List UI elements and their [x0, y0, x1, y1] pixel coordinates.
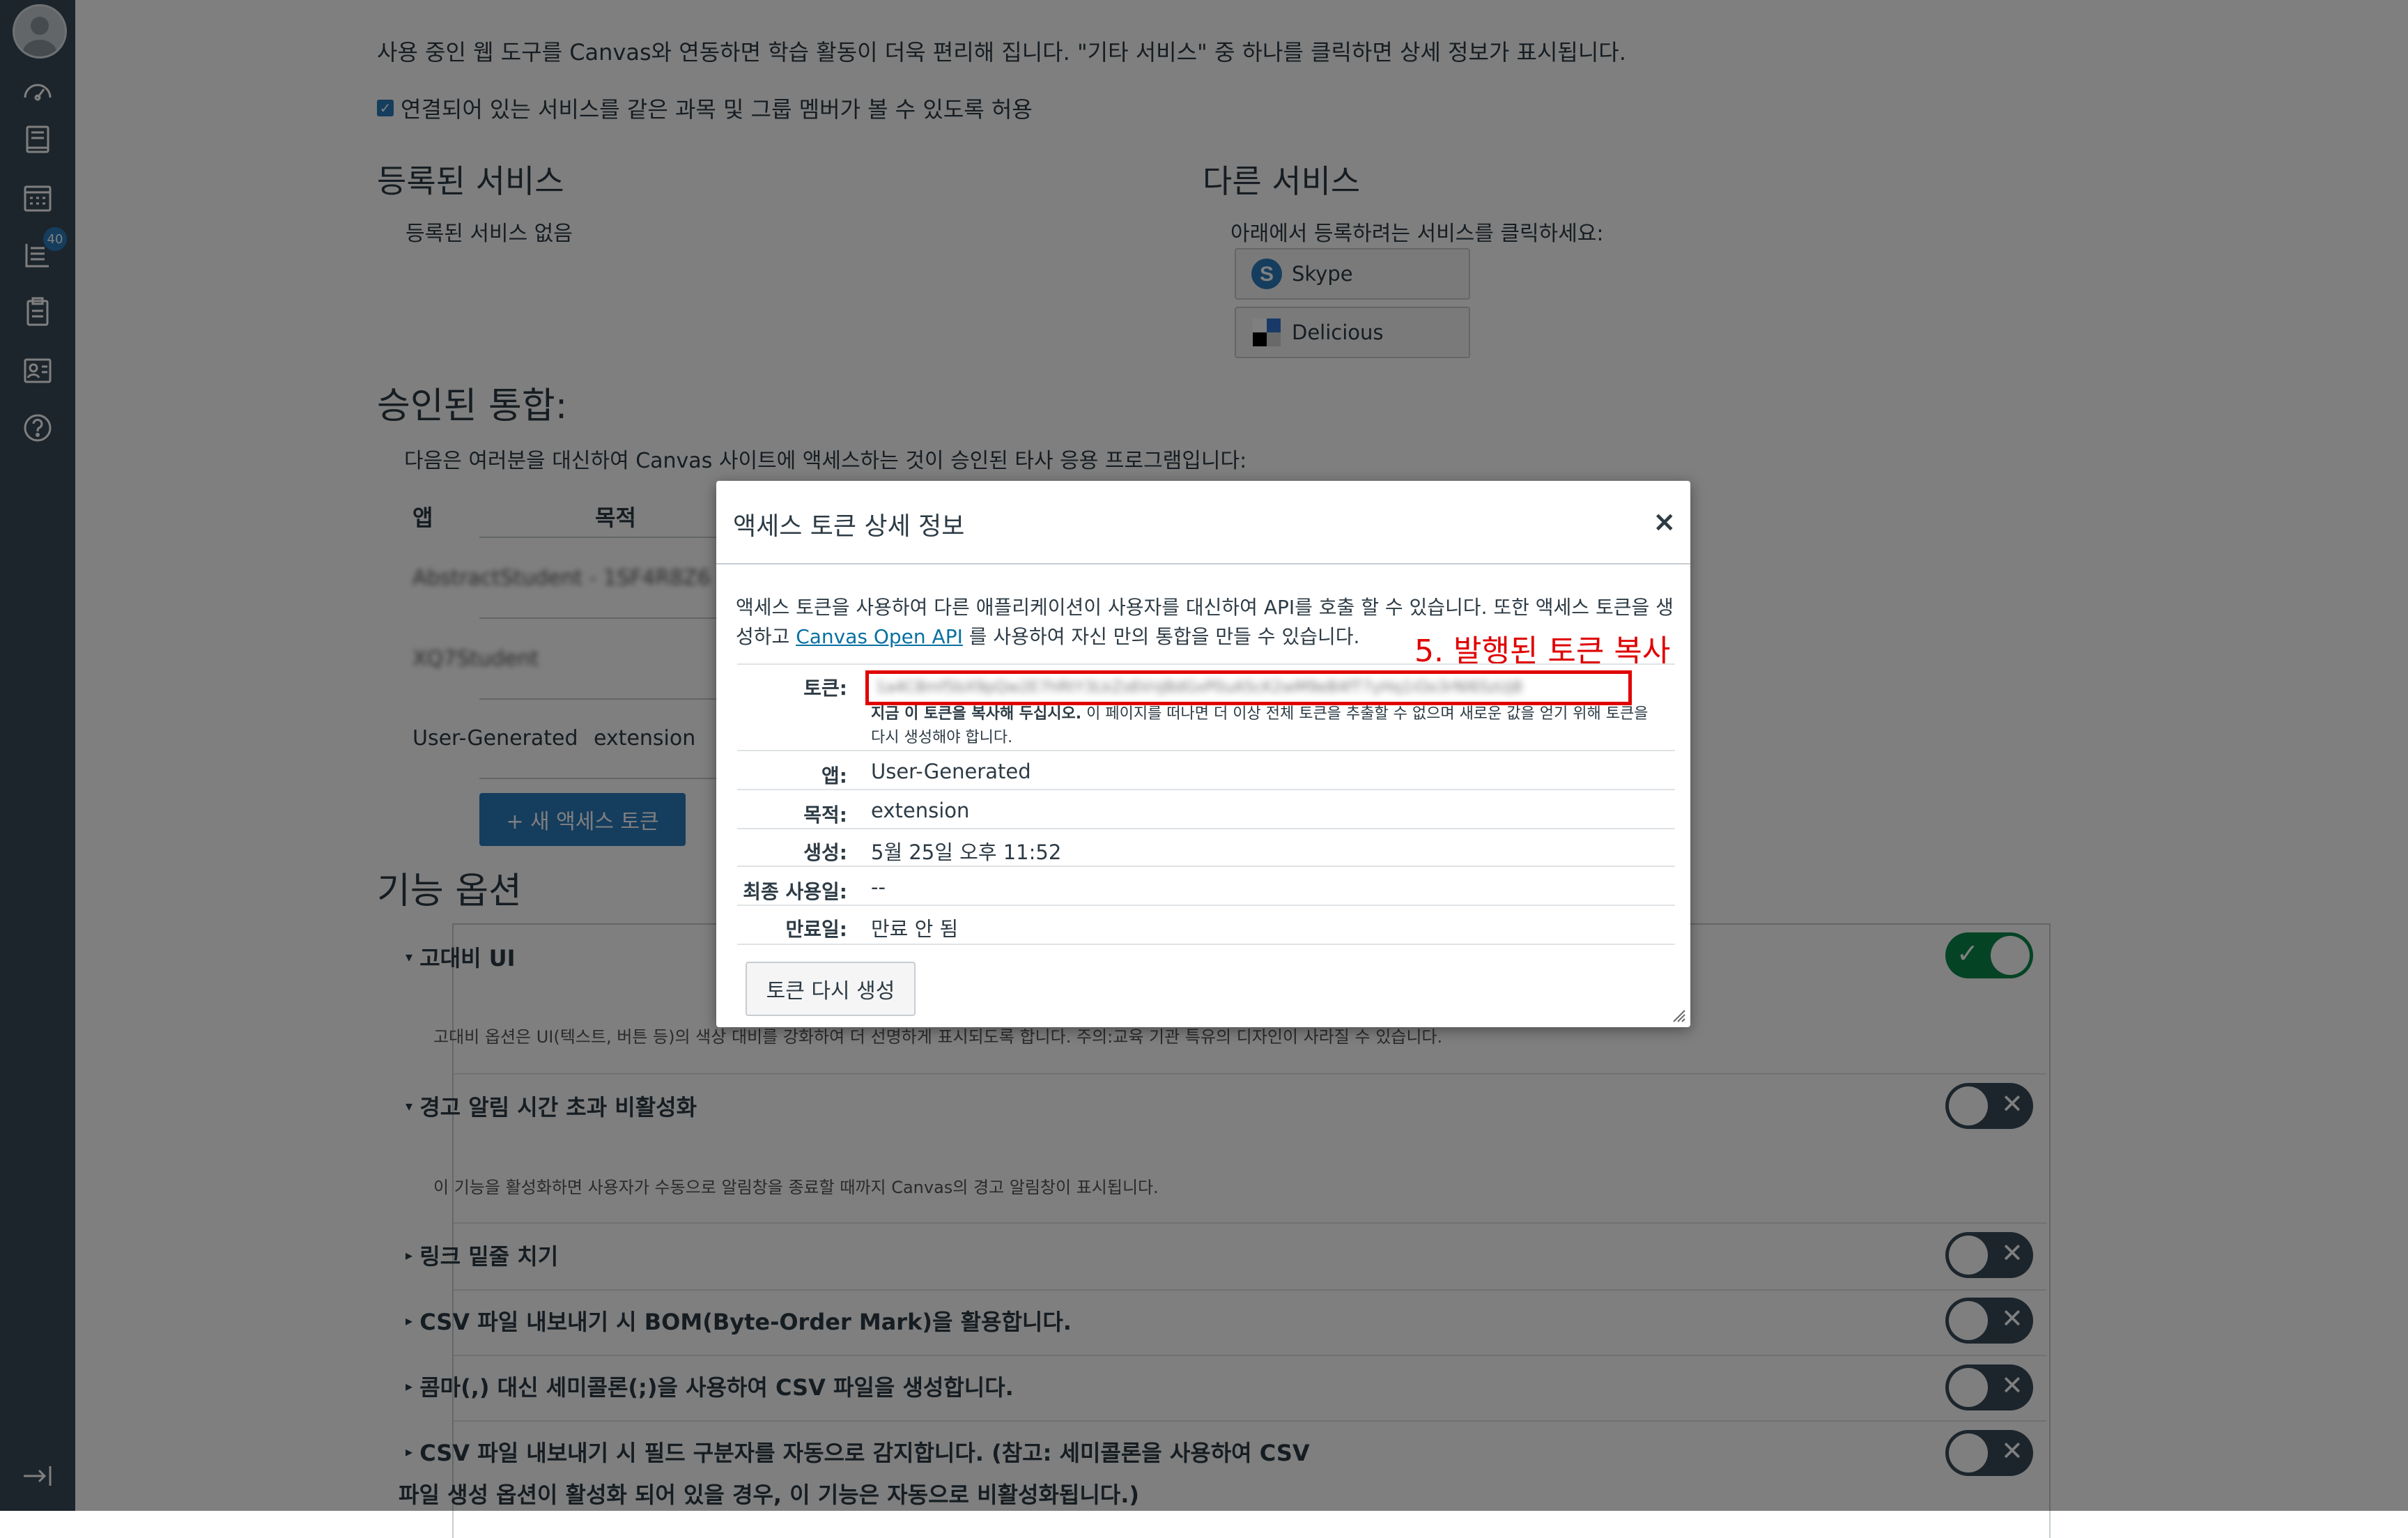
purpose-label: 목적: [803, 803, 847, 826]
dialog-description-line2: 성하고 Canvas Open API 를 사용하여 자신 만의 통합을 만들 … [736, 622, 1359, 649]
token-value-highlight[interactable]: 1a4C8mf5bX9pQw2E7hRtY3LkZs6VnJ8dGxP0uA5c… [865, 670, 1632, 705]
last-used-label: 최종 사용일: [743, 880, 847, 903]
last-used-value: -- [871, 875, 886, 899]
desc-prefix: 성하고 [736, 625, 790, 648]
dialog-description-line1: 액세스 토큰을 사용하여 다른 애플리케이션이 사용자를 대신하여 API를 호… [736, 596, 1674, 619]
created-label: 생성: [803, 841, 847, 864]
field-divider [737, 866, 1675, 867]
created-value: 5월 25일 오후 11:52 [871, 840, 1062, 864]
purpose-value: extension [871, 799, 970, 822]
token-warning-bold: 지금 이 토큰을 복사해 두십시오. [871, 705, 1082, 723]
desc-suffix: 를 사용하여 자신 만의 통합을 만들 수 있습니다. [968, 625, 1360, 648]
field-divider [737, 789, 1675, 790]
field-divider [737, 663, 1675, 665]
expires-label: 만료일: [785, 918, 847, 941]
regenerate-token-button[interactable]: 토큰 다시 생성 [746, 962, 916, 1016]
token-label: 토큰: [803, 677, 847, 700]
dialog-title: 액세스 토큰 상세 정보 [733, 512, 965, 541]
field-divider [737, 905, 1675, 906]
field-divider [737, 944, 1675, 945]
canvas-open-api-link[interactable]: Canvas Open API [796, 625, 963, 648]
field-divider [737, 750, 1675, 751]
close-icon[interactable]: × [1653, 506, 1676, 538]
token-warning: 지금 이 토큰을 복사해 두십시오. 이 페이지를 떠나면 더 이상 전체 토큰… [871, 702, 1658, 750]
expires-value: 만료 안 됨 [871, 917, 959, 941]
app-label: 앱: [821, 764, 847, 787]
token-value[interactable]: 1a4C8mf5bX9pQw2E7hRtY3LkZs6VnJ8dGxP0uA5c… [869, 674, 1628, 702]
access-token-details-dialog: 액세스 토큰 상세 정보 × 액세스 토큰을 사용하여 다른 애플리케이션이 사… [716, 481, 1690, 1027]
field-divider [737, 828, 1675, 829]
resize-handle-icon[interactable] [1671, 1008, 1686, 1023]
app-value: User-Generated [871, 760, 1031, 783]
dialog-header: 액세스 토큰 상세 정보 × [716, 481, 1690, 564]
